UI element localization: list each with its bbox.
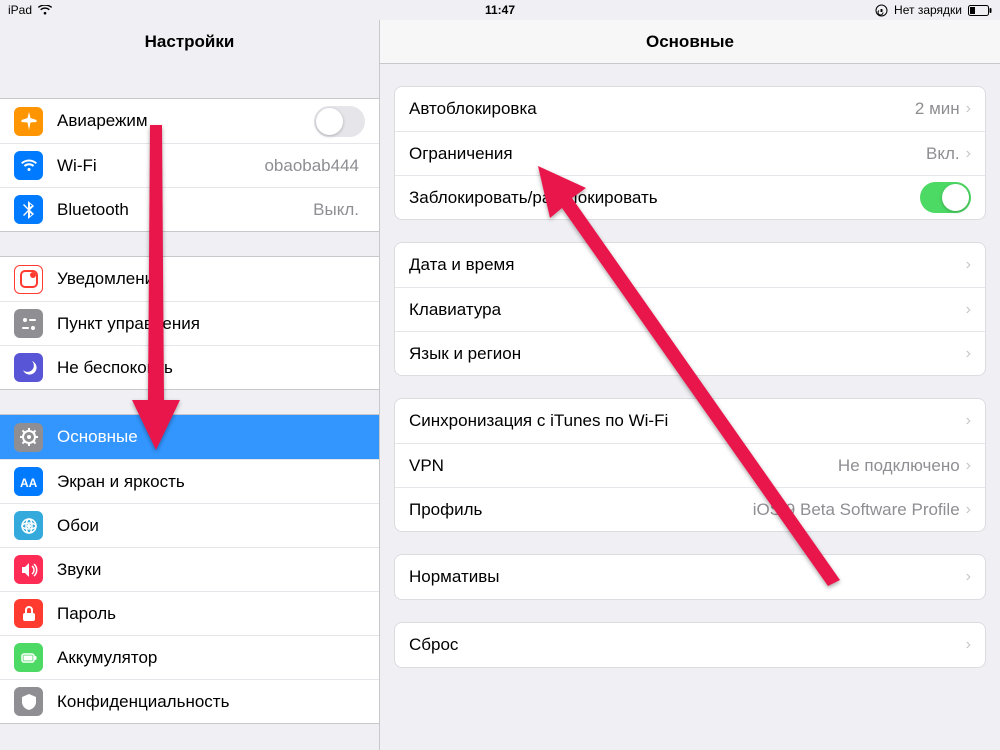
device-label: iPad	[8, 3, 32, 17]
chevron-right-icon: ›	[966, 501, 971, 519]
profile-label: Профиль	[409, 500, 753, 520]
wallpaper-label: Обои	[57, 516, 365, 536]
restrictions-value: Вкл.	[926, 144, 960, 164]
wifi-value: obaobab444	[264, 156, 359, 176]
svg-text:AA: AA	[20, 476, 38, 490]
wifi-label: Wi-Fi	[57, 156, 264, 176]
bluetooth-value: Выкл.	[313, 200, 359, 220]
chevron-right-icon: ›	[966, 345, 971, 363]
wallpaper-icon	[14, 511, 43, 540]
row-autolock[interactable]: Автоблокировка 2 мин ›	[395, 87, 985, 131]
display-label: Экран и яркость	[57, 472, 365, 492]
row-keyboard[interactable]: Клавиатура ›	[395, 287, 985, 331]
row-lock-unlock[interactable]: Заблокировать/разблокировать	[395, 175, 985, 219]
row-date-time[interactable]: Дата и время ›	[395, 243, 985, 287]
profile-value: iOS 9 Beta Software Profile	[753, 500, 960, 520]
display-icon: AA	[14, 467, 43, 496]
detail-group-locale: Дата и время › Клавиатура › Язык и регио…	[394, 242, 986, 376]
autolock-label: Автоблокировка	[409, 99, 915, 119]
chevron-right-icon: ›	[966, 457, 971, 475]
wifi-settings-icon	[14, 151, 43, 180]
dnd-icon	[14, 353, 43, 382]
reset-label: Сброс	[409, 635, 966, 655]
detail-group-reset: Сброс ›	[394, 622, 986, 668]
sidebar-item-wallpaper[interactable]: Обои	[0, 503, 379, 547]
regulatory-label: Нормативы	[409, 567, 966, 587]
airplane-label: Авиарежим	[57, 111, 314, 131]
clock: 11:47	[485, 3, 515, 17]
itunes-sync-label: Синхронизация с iTunes по Wi-Fi	[409, 411, 966, 431]
status-bar: iPad 11:47 Нет зарядки	[0, 0, 1000, 20]
sidebar-item-passcode[interactable]: Пароль	[0, 591, 379, 635]
sounds-icon	[14, 555, 43, 584]
battery-icon	[968, 5, 992, 16]
row-language-region[interactable]: Язык и регион ›	[395, 331, 985, 375]
airplane-toggle[interactable]	[314, 106, 365, 137]
chevron-right-icon: ›	[966, 145, 971, 163]
row-vpn[interactable]: VPN Не подключено ›	[395, 443, 985, 487]
sidebar-item-notifications[interactable]: Уведомления	[0, 257, 379, 301]
detail-pane: Основные Автоблокировка 2 мин › Ограниче…	[380, 20, 1000, 750]
battery-label: Аккумулятор	[57, 648, 365, 668]
lockunlock-label: Заблокировать/разблокировать	[409, 188, 920, 208]
battery-settings-icon	[14, 643, 43, 672]
airplane-icon	[14, 107, 43, 136]
sidebar-item-privacy[interactable]: Конфиденциальность	[0, 679, 379, 723]
autolock-value: 2 мин	[915, 99, 960, 119]
sidebar-item-sounds[interactable]: Звуки	[0, 547, 379, 591]
sidebar-item-display[interactable]: AA Экран и яркость	[0, 459, 379, 503]
chevron-right-icon: ›	[966, 412, 971, 430]
sidebar-group-system: Основные AA Экран и яркость Обои	[0, 414, 379, 724]
control-center-label: Пункт управления	[57, 314, 365, 334]
bluetooth-label: Bluetooth	[57, 200, 313, 220]
restrictions-label: Ограничения	[409, 144, 926, 164]
keyboard-label: Клавиатура	[409, 300, 966, 320]
sidebar-item-dnd[interactable]: Не беспокоить	[0, 345, 379, 389]
detail-group-sync: Синхронизация с iTunes по Wi-Fi › VPN Не…	[394, 398, 986, 532]
chevron-right-icon: ›	[966, 568, 971, 586]
passcode-icon	[14, 599, 43, 628]
row-profile[interactable]: Профиль iOS 9 Beta Software Profile ›	[395, 487, 985, 531]
row-itunes-wifi-sync[interactable]: Синхронизация с iTunes по Wi-Fi ›	[395, 399, 985, 443]
language-label: Язык и регион	[409, 344, 966, 364]
wifi-icon	[38, 5, 52, 15]
chevron-right-icon: ›	[966, 636, 971, 654]
row-regulatory[interactable]: Нормативы ›	[395, 555, 985, 599]
sounds-label: Звуки	[57, 560, 365, 580]
chevron-right-icon: ›	[966, 256, 971, 274]
settings-sidebar: Настройки Авиарежим Wi-Fi obaobab444	[0, 20, 380, 750]
sidebar-item-battery[interactable]: Аккумулятор	[0, 635, 379, 679]
bluetooth-icon	[14, 195, 43, 224]
vpn-value: Не подключено	[838, 456, 960, 476]
vpn-label: VPN	[409, 456, 838, 476]
detail-title: Основные	[380, 20, 1000, 64]
lockunlock-toggle[interactable]	[920, 182, 971, 213]
sidebar-item-wifi[interactable]: Wi-Fi obaobab444	[0, 143, 379, 187]
sidebar-group-network: Авиарежим Wi-Fi obaobab444 Bluetooth Вык…	[0, 98, 379, 232]
sidebar-item-airplane[interactable]: Авиарежим	[0, 99, 379, 143]
rotation-lock-icon	[875, 4, 888, 17]
row-restrictions[interactable]: Ограничения Вкл. ›	[395, 131, 985, 175]
detail-group-regulatory: Нормативы ›	[394, 554, 986, 600]
notifications-label: Уведомления	[57, 269, 365, 289]
datetime-label: Дата и время	[409, 255, 966, 275]
sidebar-item-control-center[interactable]: Пункт управления	[0, 301, 379, 345]
sidebar-title: Настройки	[0, 20, 379, 64]
passcode-label: Пароль	[57, 604, 365, 624]
chevron-right-icon: ›	[966, 100, 971, 118]
notifications-icon	[14, 265, 43, 294]
sidebar-group-notify: Уведомления Пункт управления Не беспокои…	[0, 256, 379, 390]
charge-label: Нет зарядки	[894, 3, 962, 17]
sidebar-item-bluetooth[interactable]: Bluetooth Выкл.	[0, 187, 379, 231]
control-center-icon	[14, 309, 43, 338]
detail-group-lock: Автоблокировка 2 мин › Ограничения Вкл. …	[394, 86, 986, 220]
privacy-icon	[14, 687, 43, 716]
chevron-right-icon: ›	[966, 301, 971, 319]
dnd-label: Не беспокоить	[57, 358, 365, 378]
general-icon	[14, 423, 43, 452]
sidebar-item-general[interactable]: Основные	[0, 415, 379, 459]
privacy-label: Конфиденциальность	[57, 692, 365, 712]
row-reset[interactable]: Сброс ›	[395, 623, 985, 667]
general-label: Основные	[57, 427, 365, 447]
